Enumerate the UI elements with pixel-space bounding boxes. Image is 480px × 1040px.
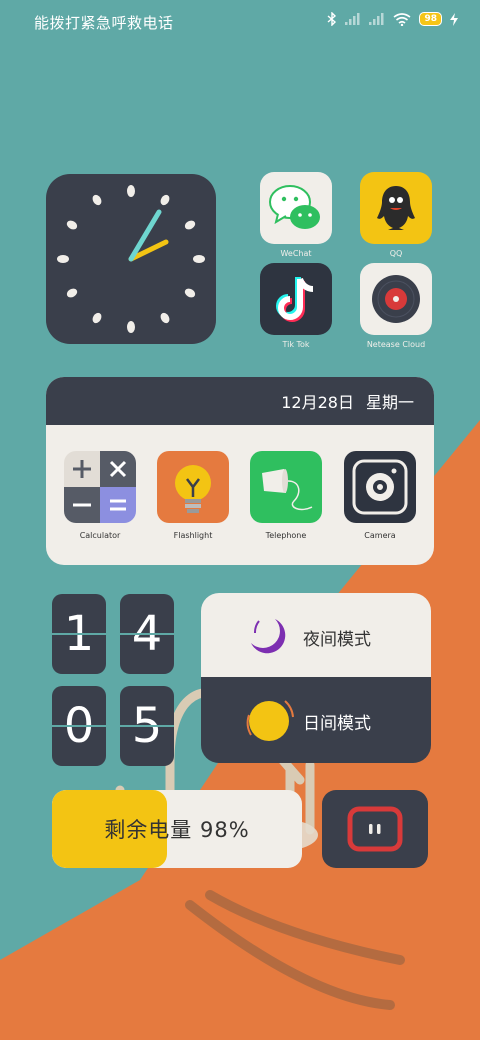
flip-clock-hour-ones: 4 [120,594,174,674]
recorder-icon [347,806,403,852]
app-label: Netease Cloud [366,340,426,349]
wifi-icon [393,12,411,26]
app-label: Flashlight [173,531,213,540]
voice-recorder-widget[interactable] [322,790,428,868]
app-label: Camera [364,531,396,540]
calculator-icon [64,451,136,523]
flashlight-icon [157,451,229,523]
qq-icon [360,172,432,244]
app-label: Calculator [79,531,121,540]
battery-widget: 剩余电量 98% [52,790,302,868]
telephone-icon [250,451,322,523]
flip-clock-minute-ones: 5 [120,686,174,766]
app-camera[interactable]: Camera [340,451,420,540]
app-wechat[interactable]: WeChat [259,172,333,258]
camera-icon [344,451,416,523]
bluetooth-icon [328,12,337,26]
app-tiktok[interactable]: Tik Tok [259,263,333,349]
night-mode-button[interactable]: 夜间模式 [201,593,431,677]
app-label: Telephone [265,531,307,540]
status-icons: 98 [327,12,458,26]
analog-clock-widget[interactable] [46,174,216,344]
carrier-text: 能拨打紧急呼救电话 [34,14,174,32]
wechat-icon [260,172,332,244]
app-label: WeChat [280,249,312,258]
app-label: Tik Tok [282,340,310,349]
status-bar: 能拨打紧急呼救电话 98 [0,0,480,42]
signal-icon [345,13,360,25]
mode-switch-card: 夜间模式 日间模式 [201,593,431,763]
battery-icon: 98 [419,12,442,26]
sun-icon [246,700,294,741]
flip-clock-minute-tens: 0 [52,686,106,766]
night-mode-label: 夜间模式 [303,630,371,650]
app-netease-cloud[interactable]: Netease Cloud [359,263,433,349]
netease-cloud-icon [360,263,432,335]
moon-icon [251,619,286,654]
day-mode-label: 日间模式 [303,714,371,734]
date-header: 12月28日 星期一 [46,377,434,425]
date-dock-card: 12月28日 星期一 Calculator Flashlight Telepho… [46,377,434,565]
app-flashlight[interactable]: Flashlight [153,451,233,540]
weekday-text: 星期一 [365,393,414,412]
battery-text: 剩余电量 98% [104,818,250,842]
app-label: QQ [389,249,403,258]
flip-clock-hour-tens: 1 [52,594,106,674]
tiktok-icon [260,263,332,335]
app-calculator[interactable]: Calculator [60,451,140,540]
app-telephone[interactable]: Telephone [246,451,326,540]
signal-icon [369,13,384,25]
charging-icon [450,12,458,26]
day-mode-button[interactable]: 日间模式 [201,677,431,763]
clock-face [57,185,205,333]
date-text: 12月28日 [281,393,354,412]
app-qq[interactable]: QQ [359,172,433,258]
